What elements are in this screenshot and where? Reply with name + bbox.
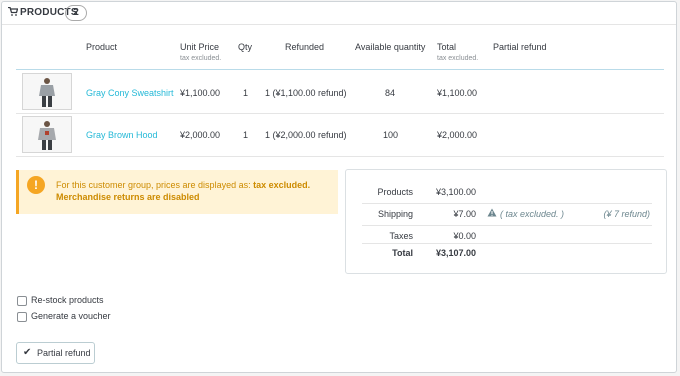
totals-divider [362,203,652,204]
voucher-checkbox[interactable] [17,312,27,322]
total-value: ¥3,107.00 [435,248,476,258]
hood-image [23,117,71,152]
voucher-label: Generate a voucher [31,311,111,321]
checkmark-icon: ✔ [23,347,32,358]
qty: 1 [243,88,249,98]
products-value: ¥3,100.00 [435,187,476,197]
sweatshirt-image [23,74,71,109]
product-link[interactable]: Gray Brown Hood [86,130,158,140]
total: ¥1,100.00 [437,88,478,98]
unit-price: ¥1,100.00 [180,88,221,98]
partial-refund-label: Partial refund [37,348,91,358]
shipping-label: Shipping [377,209,413,219]
refunded: 1 (¥1,100.00 refund) [265,88,347,98]
total-label: Total [392,248,413,258]
alert-returns-disabled: Merchandise returns are disabled [56,192,200,202]
col-total: Total tax excluded. [437,42,479,62]
col-product: Product [86,42,118,52]
alert-message: For this customer group, prices are disp… [56,180,311,190]
warning-triangle-icon [487,208,497,217]
product-count-badge: 2 [65,5,87,21]
taxes-label: Taxes [389,231,413,241]
partial-refund-button[interactable]: ✔ Partial refund [16,342,95,364]
totals-divider [362,225,652,226]
shipping-value: ¥7.00 [453,209,476,219]
refunded: 1 (¥2,000.00 refund) [265,130,347,140]
shipping-refund-note: (¥ 7 refund) [603,209,650,219]
unit-price: ¥2,000.00 [180,130,221,140]
totals-box: Products ¥3,100.00 Shipping ¥7.00 ( tax … [345,169,667,274]
total: ¥2,000.00 [437,130,478,140]
row-divider [16,113,664,114]
restock-checkbox[interactable] [17,296,27,306]
row-divider [16,156,664,157]
available-quantity: 100 [383,130,399,140]
product-thumbnail [22,73,72,110]
col-refunded: Refunded [285,42,325,52]
products-label: Products [377,187,413,197]
panel-header: PRODUCTS 2 [2,2,676,25]
totals-divider [362,243,652,244]
restock-label: Re-stock products [31,295,104,305]
col-unit-price: Unit Price tax excluded. [180,42,222,62]
col-available-quantity: Available quantity [355,42,426,52]
product-thumbnail [22,116,72,153]
taxes-value: ¥0.00 [453,231,476,241]
available-quantity: 84 [385,88,396,98]
warning-icon: ! [27,176,45,194]
header-divider [16,69,664,70]
qty: 1 [243,130,249,140]
col-qty: Qty [238,42,253,52]
product-link[interactable]: Gray Cony Sweatshirt [86,88,174,98]
shipping-tax-note: ( tax excluded. ) [500,209,565,219]
products-panel: PRODUCTS 2 Product Unit Price tax exclude… [1,1,677,373]
col-partial-refund: Partial refund [493,42,547,52]
tax-warning-alert: ! For this customer group, prices are di… [16,170,338,214]
